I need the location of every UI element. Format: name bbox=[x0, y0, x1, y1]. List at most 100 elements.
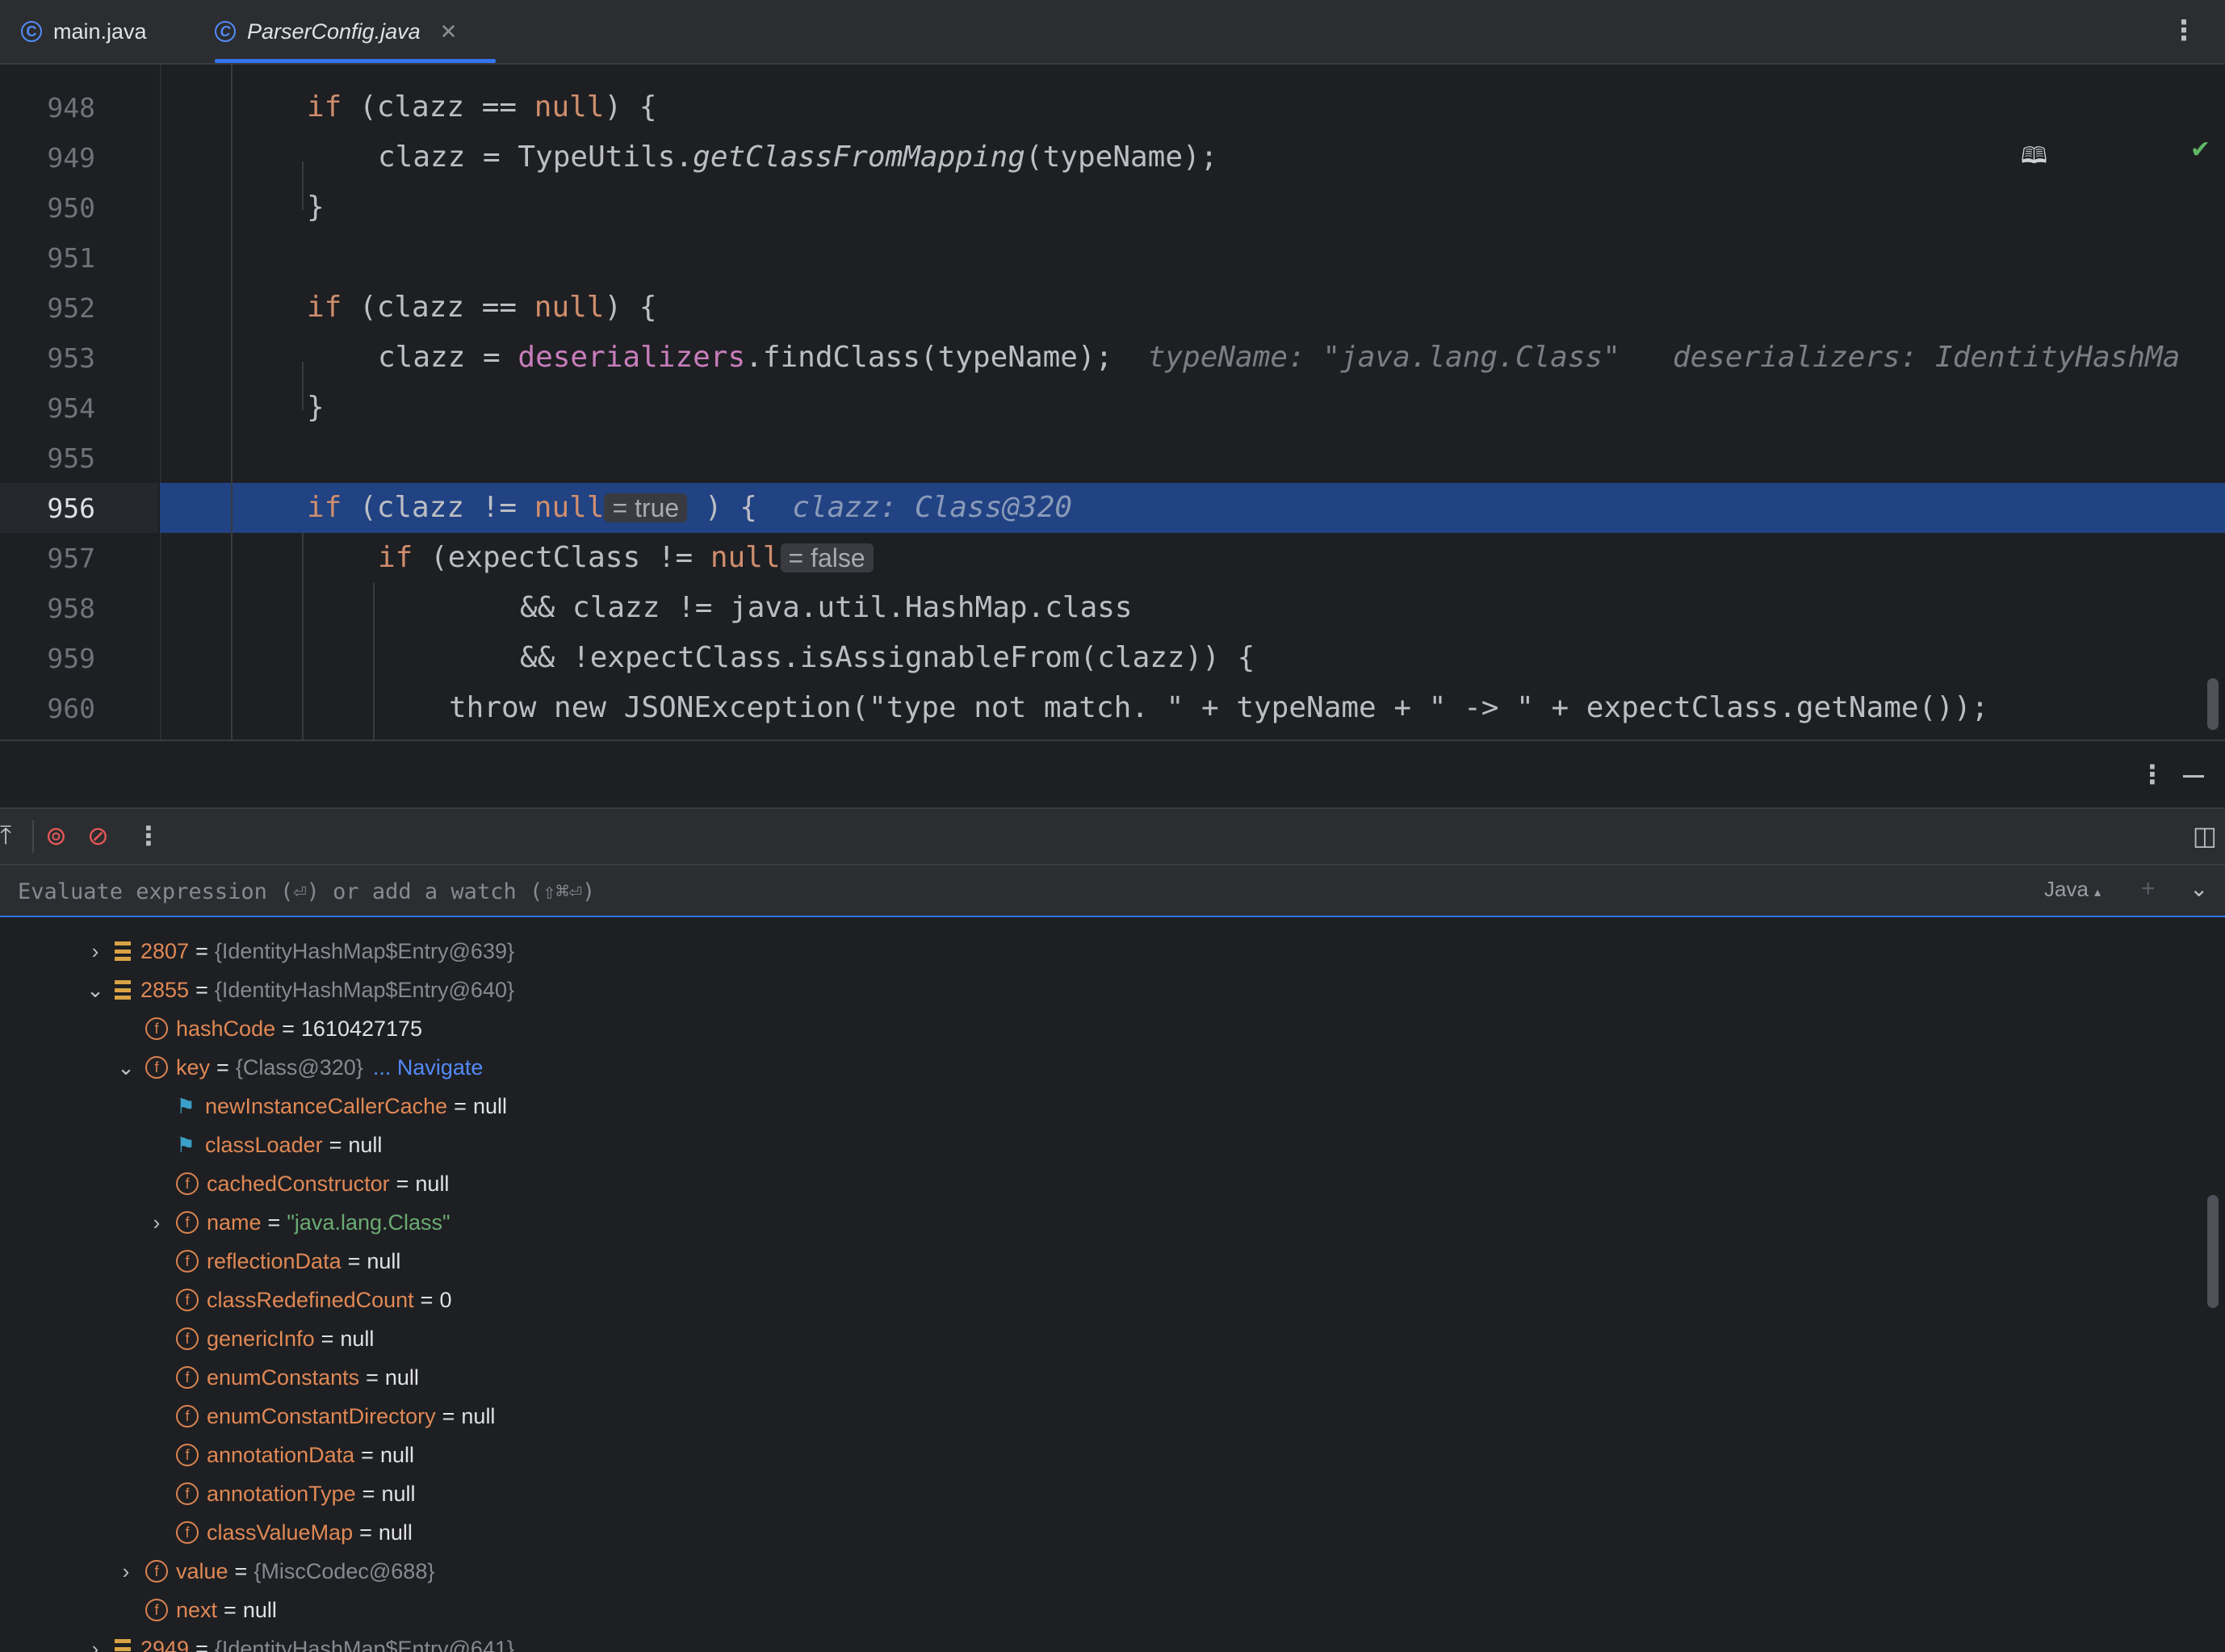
mute-breakpoints-icon[interactable]: ⊘ bbox=[87, 820, 109, 851]
equals-sign: = bbox=[267, 1210, 281, 1235]
field-icon: f bbox=[176, 1289, 199, 1311]
dropdown-caret-icon: ▴ bbox=[2094, 886, 2101, 899]
variable-name: key bbox=[176, 1055, 211, 1080]
indent-guide bbox=[302, 362, 304, 410]
expand-arrow-icon[interactable]: › bbox=[84, 939, 107, 964]
debug-panel-header: ⋮ bbox=[0, 740, 2225, 807]
panel-options-icon[interactable]: ⋮ bbox=[2139, 759, 2165, 790]
code-line-959: && !expectClass.isAssignableFrom(clazz))… bbox=[520, 641, 1255, 674]
variable-row[interactable]: f reflectionData = null bbox=[145, 1242, 400, 1281]
variable-name: name bbox=[207, 1210, 262, 1235]
variable-name: classRedefinedCount bbox=[207, 1287, 414, 1312]
variable-name: 2855 bbox=[140, 977, 190, 1002]
language-selector[interactable]: Java ▴ bbox=[2044, 877, 2101, 902]
field-icon: f bbox=[176, 1521, 199, 1544]
more-options-icon[interactable]: ⋮ bbox=[2170, 15, 2198, 47]
collapse-arrow-icon[interactable]: ⌄ bbox=[84, 978, 107, 1003]
line-number: 959 bbox=[47, 643, 95, 674]
variable-row[interactable]: › 2949 = {IdentityHashMap$Entry@641} bbox=[84, 1629, 514, 1652]
tab-parserconfig-java[interactable]: C ParserConfig.java ✕ bbox=[215, 0, 497, 63]
inline-value-hint: typeName: "java.lang.Class" bbox=[1147, 341, 1620, 374]
variable-name: classLoader bbox=[205, 1132, 323, 1157]
code-line-958: && clazz != java.util.HashMap.class bbox=[520, 591, 1133, 624]
variable-value: null bbox=[415, 1171, 450, 1196]
variable-value: null bbox=[242, 1597, 277, 1622]
variable-row[interactable]: › 2807 = {IdentityHashMap$Entry@639} bbox=[84, 932, 514, 971]
variable-row[interactable]: f cachedConstructor = null bbox=[145, 1164, 449, 1203]
code-editor[interactable]: 948 949 950 951 952 953 954 955 956 957 … bbox=[0, 65, 2225, 740]
inline-value-hint: deserializers: IdentityHashMa bbox=[1672, 341, 2181, 374]
code-line-953: clazz = deserializers.findClass(typeName… bbox=[378, 341, 2181, 374]
field-icon: f bbox=[176, 1250, 199, 1273]
variable-name: next bbox=[176, 1597, 218, 1622]
line-number: 951 bbox=[47, 242, 95, 274]
line-number: 960 bbox=[47, 693, 95, 724]
expand-arrow-icon[interactable]: › bbox=[84, 1637, 107, 1652]
evaluate-expression-input[interactable] bbox=[16, 866, 1957, 917]
active-tab-indicator bbox=[215, 59, 497, 63]
variable-row[interactable]: f classRedefinedCount = 0 bbox=[145, 1281, 451, 1319]
variable-row[interactable]: f classValueMap = null bbox=[145, 1513, 413, 1552]
line-number: 955 bbox=[47, 442, 95, 474]
variable-name: newInstanceCallerCache bbox=[205, 1093, 448, 1118]
variable-row[interactable]: f enumConstantDirectory = null bbox=[145, 1397, 495, 1436]
field-icon: f bbox=[176, 1211, 199, 1234]
close-tab-icon[interactable]: ✕ bbox=[440, 19, 458, 44]
variable-row[interactable]: ⌄ 2855 = {IdentityHashMap$Entry@640} bbox=[84, 971, 514, 1009]
vertical-scrollbar[interactable] bbox=[2207, 678, 2219, 730]
language-label: Java bbox=[2044, 877, 2089, 901]
no-problems-check-icon[interactable]: ✔ bbox=[2190, 136, 2210, 164]
variable-row[interactable]: f annotationType = null bbox=[145, 1474, 415, 1513]
variable-value: null bbox=[461, 1403, 496, 1428]
variable-value: {IdentityHashMap$Entry@641} bbox=[214, 1636, 514, 1652]
code-line-949: clazz = TypeUtils.getClassFromMapping(ty… bbox=[378, 140, 1218, 174]
chevron-down-icon[interactable]: ⌄ bbox=[2189, 875, 2208, 902]
variables-tree[interactable]: › 2807 = {IdentityHashMap$Entry@639} ⌄ 2855 ={… bbox=[0, 920, 2225, 1652]
field-icon: f bbox=[176, 1327, 199, 1350]
export-threads-icon[interactable]: ⤒ bbox=[0, 820, 11, 851]
field-icon: f bbox=[145, 1599, 168, 1621]
equals-sign: = bbox=[195, 938, 208, 963]
add-watch-icon[interactable]: + bbox=[2141, 875, 2156, 903]
field-icon: f bbox=[176, 1405, 199, 1428]
expand-arrow-icon[interactable]: › bbox=[115, 1559, 137, 1584]
inline-evaluation-badge: = false bbox=[780, 543, 874, 572]
java-class-icon: C bbox=[215, 21, 236, 42]
view-breakpoints-icon[interactable]: ⊚ bbox=[45, 820, 67, 851]
variable-name: 2807 bbox=[140, 938, 190, 963]
equals-sign: = bbox=[442, 1403, 455, 1428]
variable-row[interactable]: › f value = {MiscCodec@688} bbox=[115, 1552, 435, 1591]
more-actions-icon[interactable]: ⋮ bbox=[136, 820, 161, 851]
expand-arrow-icon[interactable]: › bbox=[145, 1210, 168, 1235]
variable-row[interactable]: f next = null bbox=[115, 1591, 277, 1629]
variable-row[interactable]: ⌄ f key = {Class@320} ... Navigate bbox=[115, 1048, 483, 1087]
layout-settings-icon[interactable]: ◫ bbox=[2193, 820, 2217, 851]
variable-name: 2949 bbox=[140, 1636, 190, 1652]
variable-row[interactable]: f enumConstants = null bbox=[145, 1358, 419, 1397]
variable-row[interactable]: ⚑ classLoader = null bbox=[145, 1126, 382, 1164]
field-icon: f bbox=[176, 1366, 199, 1389]
equals-sign: = bbox=[396, 1171, 409, 1196]
line-number: 958 bbox=[47, 593, 95, 624]
reader-mode-icon[interactable]: 🕮 bbox=[2021, 139, 2047, 178]
tab-main-java[interactable]: C main.java bbox=[21, 0, 147, 63]
array-entry-icon bbox=[115, 980, 131, 1000]
editor-tab-bar: C main.java C ParserConfig.java ✕ ⋮ bbox=[0, 0, 2225, 65]
equals-sign: = bbox=[359, 1520, 372, 1545]
variable-row[interactable]: f annotationData = null bbox=[145, 1436, 414, 1474]
variable-row[interactable]: ⚑ newInstanceCallerCache = null bbox=[145, 1087, 507, 1126]
navigate-link[interactable]: ... Navigate bbox=[373, 1055, 484, 1080]
evaluate-expression-bar: Java ▴ + ⌄ bbox=[0, 866, 2225, 917]
variable-row[interactable]: f hashCode = 1610427175 bbox=[115, 1009, 422, 1048]
variable-name: reflectionData bbox=[207, 1248, 342, 1273]
variable-row[interactable]: › f name = "java.lang.Class" bbox=[145, 1203, 450, 1242]
collapse-arrow-icon[interactable]: ⌄ bbox=[115, 1055, 137, 1080]
variables-scrollbar[interactable] bbox=[2207, 1195, 2219, 1308]
equals-sign: = bbox=[216, 1055, 229, 1080]
indent-guide bbox=[302, 533, 304, 740]
minimize-icon[interactable] bbox=[2183, 775, 2204, 778]
code-line-948: if (clazz == null) { bbox=[307, 90, 657, 124]
equals-sign: = bbox=[329, 1132, 342, 1157]
variable-value: 0 bbox=[439, 1287, 452, 1312]
variable-row[interactable]: f genericInfo = null bbox=[145, 1319, 374, 1358]
